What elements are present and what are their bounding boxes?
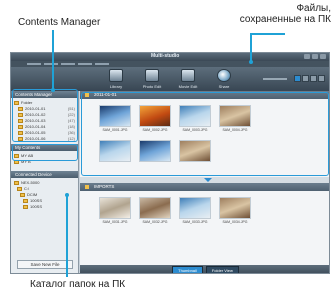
photo-thumbnail	[179, 197, 211, 219]
photo-thumbnail	[219, 197, 251, 219]
photo-thumbnail	[139, 197, 171, 219]
camera-icon	[14, 181, 19, 185]
toolbar: Library Photo Edit Movie Edit Share	[11, 67, 329, 91]
toolbar-movie-edit-button[interactable]: Movie Edit	[171, 69, 205, 90]
photo-edit-icon	[145, 69, 159, 82]
callout-pc-files-line1: Файлы,	[296, 3, 331, 14]
highlight-pc-files	[81, 92, 329, 176]
share-globe-icon	[217, 69, 231, 82]
menu-item[interactable]	[78, 63, 92, 65]
callout-pc-files: Файлы, сохраненные на ПК	[151, 3, 331, 25]
callout-dot-catalog	[65, 193, 69, 197]
callout-line-pc-vertical	[250, 33, 252, 61]
toolbar-share-button[interactable]: Share	[207, 69, 241, 90]
callout-pc-catalog: Каталог папок на ПК	[30, 279, 126, 290]
page: Contents Manager Файлы, сохраненные на П…	[0, 0, 334, 298]
view-mode-buttons	[294, 75, 325, 82]
group-header[interactable]: IMPORTS	[80, 183, 329, 191]
thumbnail-grid: SAM_0031.JPG SAM_0032.JPG SAM_0033.JPG S…	[80, 191, 329, 228]
library-icon	[109, 69, 123, 82]
movie-edit-icon	[181, 69, 195, 82]
toolbar-label: Photo Edit	[142, 84, 162, 89]
minimize-icon[interactable]	[304, 54, 310, 59]
thumbnail-item[interactable]: SAM_0031.JPG	[98, 197, 132, 228]
callout-line-pc-horizontal	[250, 33, 285, 35]
callout-pc-files-line2: сохраненные на ПК	[239, 14, 331, 25]
list-view-icon[interactable]	[302, 75, 309, 82]
menu-item[interactable]	[44, 63, 58, 65]
thumbnail-item[interactable]: SAM_0032.JPG	[138, 197, 172, 228]
maximize-icon[interactable]	[312, 54, 318, 59]
callout-line-cm	[52, 30, 54, 90]
folder-icon	[23, 199, 28, 203]
close-icon[interactable]	[320, 54, 326, 59]
connected-device-header[interactable]: Connected Device	[11, 171, 78, 178]
thumbnail-item[interactable]: SAM_0034.JPG	[218, 197, 252, 228]
callout-dot-pc	[249, 60, 253, 64]
toolbar-photo-edit-button[interactable]: Photo Edit	[135, 69, 169, 90]
thumbnail-view-button[interactable]: Thumbnail	[172, 265, 203, 273]
lower-pane: IMPORTS SAM_0031.JPG SAM_0032.JPG SAM_00…	[80, 183, 329, 228]
drive-icon	[17, 187, 22, 191]
highlight-my-contents	[12, 144, 78, 161]
thumbnail-caption: SAM_0033.JPG	[182, 220, 208, 224]
photo-thumbnail	[99, 197, 131, 219]
zoom-slider[interactable]	[263, 78, 287, 80]
window-controls	[304, 54, 326, 59]
callout-dot-cm	[51, 88, 55, 92]
thumbnail-item[interactable]: SAM_0033.JPG	[178, 197, 212, 228]
menu-item[interactable]	[27, 63, 41, 65]
callout-line-catalog	[66, 195, 68, 277]
folder-icon	[23, 205, 28, 209]
thumbnail-view-icon[interactable]	[294, 75, 301, 82]
detail-view-icon[interactable]	[310, 75, 317, 82]
toolbar-label: Share	[218, 84, 230, 89]
app-title: Multi-studio	[151, 53, 180, 59]
thumbnail-caption: SAM_0031.JPG	[102, 220, 128, 224]
toolbar-label: Library	[109, 84, 123, 89]
thumbnail-caption: SAM_0032.JPG	[142, 220, 168, 224]
toolbar-library-button[interactable]: Library	[99, 69, 133, 90]
save-new-file-button[interactable]: Save New File	[17, 260, 73, 269]
folder-icon	[20, 193, 25, 197]
highlight-contents-manager	[12, 89, 78, 142]
toolbar-label: Movie Edit	[178, 84, 198, 89]
thumbnail-caption: SAM_0034.JPG	[222, 220, 248, 224]
bottom-bar: Thumbnail Folder View	[80, 265, 329, 273]
title-bar: Multi-studio	[11, 53, 329, 61]
menu-item[interactable]	[95, 63, 109, 65]
folder-view-button[interactable]: Folder View	[205, 265, 239, 273]
callout-contents-manager: Contents Manager	[18, 17, 101, 28]
preview-view-icon[interactable]	[318, 75, 325, 82]
menu-item[interactable]	[61, 63, 75, 65]
device-tree-label: 100SS	[30, 204, 43, 209]
